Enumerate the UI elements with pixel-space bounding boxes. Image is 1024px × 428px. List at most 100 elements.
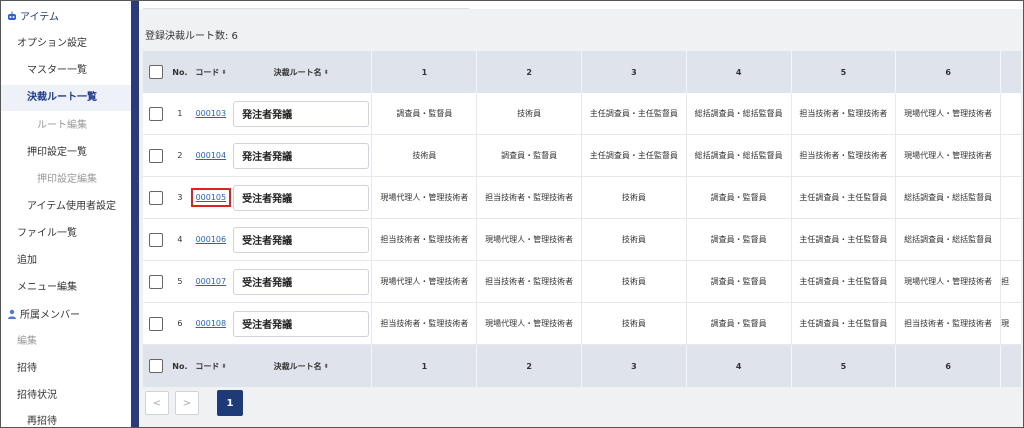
- row-step: 調査員・監督員: [687, 303, 792, 344]
- select-all-checkbox[interactable]: [148, 65, 163, 79]
- row-step: 調査員・監督員: [372, 93, 478, 134]
- row-step: 主任調査員・主任監督員: [792, 303, 897, 344]
- sidebar-item-item-user-settings[interactable]: アイテム使用者設定: [1, 194, 131, 220]
- sidebar-item-add[interactable]: 追加: [1, 248, 131, 274]
- row-checkbox[interactable]: [148, 232, 163, 247]
- sidebar-item-member-edit[interactable]: 編集: [1, 329, 131, 355]
- sidebar-item-seal-settings-list[interactable]: 押印設定一覧: [1, 140, 131, 166]
- row-checkbox[interactable]: [148, 274, 163, 289]
- footer-step: 1: [372, 345, 478, 387]
- row-checkbox[interactable]: [148, 316, 163, 331]
- row-name-cell: 受注者発議: [231, 219, 373, 260]
- table-row: 2 000104 発注者発議 技術員 調査員・監督員 主任調査員・主任監督員 総…: [143, 135, 1021, 177]
- row-name-cell: 受注者発議: [231, 261, 373, 302]
- sidebar-item-seal-settings-edit[interactable]: 押印設定編集: [1, 167, 131, 193]
- row-step: 総括調査員・総括監督員: [896, 177, 1002, 218]
- sidebar-item-approval-route-list[interactable]: 決裁ルート一覧: [1, 85, 131, 111]
- row-checkbox-cell: [143, 135, 169, 176]
- header-step: 3: [582, 51, 687, 93]
- sidebar-item-label: アイテム使用者設定: [27, 201, 116, 212]
- route-code-link[interactable]: 000106: [196, 235, 227, 244]
- table-row: 3 000105 受注者発議 現場代理人・管理技術者 担当技術者・監理技術者 技…: [143, 177, 1021, 219]
- sort-icon: ⬍: [323, 362, 329, 370]
- route-code-link[interactable]: 000107: [196, 277, 227, 286]
- row-checkbox-cell: [143, 303, 169, 344]
- row-step: 総括調査員・総括監督員: [896, 219, 1002, 260]
- route-code-link[interactable]: 000103: [196, 109, 227, 118]
- sort-icon: ⬍: [221, 68, 227, 76]
- route-code-link[interactable]: 000104: [196, 151, 227, 160]
- sidebar-item-route-edit[interactable]: ルート編集: [1, 113, 131, 139]
- row-step: 技術員: [582, 177, 687, 218]
- route-name-input[interactable]: 受注者発議: [233, 184, 370, 211]
- row-checkbox[interactable]: [148, 190, 163, 205]
- sidebar-item-item[interactable]: アイテム: [1, 5, 131, 31]
- row-no: 1: [177, 109, 183, 118]
- row-step: 現場代理人・管理技術者: [372, 177, 478, 218]
- pagination-page-1[interactable]: 1: [217, 390, 243, 416]
- person-icon: [7, 309, 17, 319]
- sidebar-item-reinvite[interactable]: 再招待: [1, 409, 131, 427]
- row-step: 主任調査員・主任監督員: [792, 261, 897, 302]
- header-overflow: [1001, 51, 1021, 93]
- footer-step: 3: [582, 345, 687, 387]
- sidebar-scrollbar[interactable]: [131, 1, 139, 427]
- row-name-cell: 発注者発議: [231, 135, 373, 176]
- table-row: 6 000108 受注者発議 担当技術者・監理技術者 現場代理人・管理技術者 技…: [143, 303, 1021, 345]
- row-step: 総括調査員・総括監督員: [687, 135, 792, 176]
- row-step-overflow: [1001, 93, 1021, 134]
- table-row: 4 000106 受注者発議 担当技術者・監理技術者 現場代理人・管理技術者 技…: [143, 219, 1021, 261]
- sidebar-item-invite-status[interactable]: 招待状況: [1, 383, 131, 409]
- row-name-cell: 発注者発議: [231, 93, 373, 134]
- header-code[interactable]: コード ⬍: [191, 51, 231, 93]
- sidebar-item-invite[interactable]: 招待: [1, 356, 131, 382]
- row-step: 現場代理人・管理技術者: [477, 219, 582, 260]
- sidebar-item-label: 追加: [17, 255, 37, 266]
- select-all-checkbox-footer[interactable]: [148, 359, 163, 373]
- row-step: 担当技術者・監理技術者: [792, 135, 897, 176]
- sidebar-item-members[interactable]: 所属メンバー: [1, 303, 131, 329]
- sidebar-item-file-list[interactable]: ファイル一覧: [1, 221, 131, 247]
- row-step: 現場代理人・管理技術者: [896, 93, 1002, 134]
- table-row: 1 000103 発注者発議 調査員・監督員 技術員 主任調査員・主任監督員 総…: [143, 93, 1021, 135]
- row-step: 担当技術者・監理技術者: [372, 219, 478, 260]
- row-checkbox[interactable]: [148, 148, 163, 163]
- footer-code[interactable]: コード ⬍: [191, 345, 231, 387]
- row-no: 3: [177, 193, 183, 202]
- sidebar-item-option-settings[interactable]: オプション設定: [1, 31, 131, 57]
- footer-no: No.: [172, 361, 188, 371]
- row-step: 総括調査員・総括監督員: [687, 93, 792, 134]
- route-name-input[interactable]: 発注者発議: [233, 142, 370, 169]
- route-code-link[interactable]: 000105: [190, 188, 231, 207]
- sort-icon: ⬍: [221, 362, 227, 370]
- row-checkbox-cell: [143, 261, 169, 302]
- row-checkbox-cell: [143, 219, 169, 260]
- header-step: 1: [372, 51, 478, 93]
- sidebar-item-label: 再招待: [27, 416, 57, 427]
- sidebar-item-menu-edit[interactable]: メニュー編集: [1, 275, 131, 301]
- row-step: 現場代理人・管理技術者: [372, 261, 478, 302]
- footer-route-name-label: 決裁ルート名: [273, 361, 322, 371]
- header-route-name[interactable]: 決裁ルート名 ⬍: [231, 51, 373, 93]
- route-name-input[interactable]: 発注者発議: [233, 100, 370, 127]
- route-name-input[interactable]: 受注者発議: [233, 268, 370, 295]
- row-checkbox[interactable]: [148, 106, 163, 121]
- footer-route-name[interactable]: 決裁ルート名 ⬍: [231, 345, 373, 387]
- row-step: 技術員: [582, 219, 687, 260]
- pagination-prev-button[interactable]: <: [145, 391, 169, 415]
- header-route-name-label: 決裁ルート名: [273, 67, 322, 77]
- pagination-next-button[interactable]: >: [175, 391, 199, 415]
- app-window: アイテム オプション設定 マスター一覧 決裁ルート一覧 ルート編集 押印設定一覧…: [0, 0, 1024, 428]
- route-name-input[interactable]: 受注者発議: [233, 310, 370, 337]
- sidebar-item-master-list[interactable]: マスター一覧: [1, 58, 131, 84]
- row-step: 担当技術者・監理技術者: [477, 177, 582, 218]
- row-step: 担当技術者・監理技術者: [896, 303, 1002, 344]
- table-header: No. コード ⬍ 決裁ルート名 ⬍ 1 2 3 4 5 6: [143, 51, 1021, 93]
- footer-step: 2: [477, 345, 582, 387]
- row-no: 4: [177, 235, 183, 244]
- row-code-cell: 000103: [191, 93, 231, 134]
- route-code-link[interactable]: 000108: [196, 319, 227, 328]
- row-code-cell: 000104: [191, 135, 231, 176]
- row-no: 2: [177, 151, 183, 160]
- route-name-input[interactable]: 受注者発議: [233, 226, 370, 253]
